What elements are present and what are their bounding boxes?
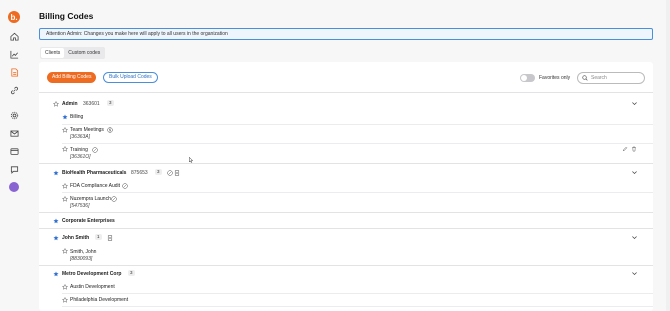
row-divider xyxy=(62,143,653,144)
project-code: [36363A] xyxy=(70,134,91,140)
main-content: Billing Codes Attention Admin: Changes y… xyxy=(30,0,664,311)
star-outline-icon[interactable] xyxy=(62,196,68,202)
project-count-badge: 1 xyxy=(95,234,102,240)
project-name[interactable]: Billing xyxy=(70,114,83,120)
wallet-icon[interactable] xyxy=(8,145,20,157)
project-count-badge: 3 xyxy=(155,169,162,175)
mail-icon[interactable] xyxy=(8,127,20,139)
project-name[interactable]: Smith, John xyxy=(70,249,96,255)
row-divider xyxy=(62,192,653,193)
toolbar-divider xyxy=(39,92,653,93)
star-filled-icon[interactable] xyxy=(53,271,59,277)
trash-icon[interactable] xyxy=(631,146,637,152)
document-icon xyxy=(107,235,113,241)
client-name[interactable]: Admin xyxy=(62,101,78,107)
chart-icon[interactable] xyxy=(8,48,20,60)
project-count-badge: 3 xyxy=(128,270,135,276)
dollar-circle-icon xyxy=(111,196,117,202)
project-code: [8830093] xyxy=(70,256,93,262)
row-divider xyxy=(62,124,653,125)
project-name[interactable]: Nuzempra Launch xyxy=(70,196,111,202)
client-name[interactable]: John Smith xyxy=(62,235,89,241)
client-code: 363601 xyxy=(83,101,100,107)
chevron-down-icon[interactable] xyxy=(631,100,638,107)
dollar-circle-icon xyxy=(167,170,173,176)
star-outline-icon[interactable] xyxy=(62,183,68,189)
tab-bar: Clients Custom codes xyxy=(40,47,106,59)
dollar-circle-icon xyxy=(122,183,128,189)
dollar-circle-icon xyxy=(107,127,113,133)
favorites-filter: Favorites only xyxy=(520,74,570,82)
project-name[interactable]: Training xyxy=(70,147,88,153)
link-icon[interactable] xyxy=(8,84,20,96)
search-input[interactable] xyxy=(591,75,641,81)
star-outline-icon[interactable] xyxy=(62,146,68,152)
bulk-upload-codes-button[interactable]: Bulk Upload Codes xyxy=(103,72,158,83)
project-code: [547536] xyxy=(70,203,90,209)
app-logo[interactable]: b. xyxy=(8,11,20,23)
document-icon xyxy=(174,170,180,176)
row-divider xyxy=(62,293,653,294)
star-outline-icon[interactable] xyxy=(62,297,68,303)
chat-icon[interactable] xyxy=(8,163,20,175)
user-avatar[interactable] xyxy=(8,181,20,193)
mouse-cursor-icon xyxy=(189,157,193,163)
project-name[interactable]: Austin Development xyxy=(70,284,115,290)
page-title: Billing Codes xyxy=(39,11,94,21)
project-code: [36361O] xyxy=(70,154,91,160)
search-icon xyxy=(582,75,588,81)
star-outline-icon[interactable] xyxy=(62,248,68,254)
avatar xyxy=(9,182,19,192)
gear-icon[interactable] xyxy=(8,109,20,121)
star-filled-icon[interactable] xyxy=(53,235,59,241)
favorites-label: Favorites only xyxy=(539,75,571,81)
sidebar: b. xyxy=(0,0,28,311)
document-icon[interactable] xyxy=(8,66,20,78)
star-outline-icon[interactable] xyxy=(62,284,68,290)
tab-custom-codes[interactable]: Custom codes xyxy=(64,48,104,58)
star-filled-icon[interactable] xyxy=(53,218,59,224)
star-outline-icon[interactable] xyxy=(62,127,68,133)
client-name[interactable]: Metro Development Corp xyxy=(62,271,121,277)
project-name[interactable]: Team Meetings xyxy=(70,127,104,133)
project-name[interactable]: FDA Compliance Audit xyxy=(70,183,120,189)
pencil-icon[interactable] xyxy=(622,146,628,152)
chevron-down-icon[interactable] xyxy=(631,234,638,241)
favorites-toggle[interactable] xyxy=(520,74,535,82)
billing-codes-card: Add Billing Codes Bulk Upload Codes Favo… xyxy=(39,62,653,311)
project-count-badge: 3 xyxy=(107,100,114,106)
client-divider xyxy=(39,228,653,229)
star-filled-icon[interactable] xyxy=(53,170,59,176)
tab-clients[interactable]: Clients xyxy=(41,48,65,58)
client-name[interactable]: BioHealth Pharmaceuticals xyxy=(62,170,126,176)
star-outline-icon[interactable] xyxy=(53,101,59,107)
home-icon[interactable] xyxy=(8,30,20,42)
client-divider xyxy=(39,212,653,213)
search-box xyxy=(577,72,645,84)
client-code: 875653 xyxy=(131,170,148,176)
chevron-down-icon[interactable] xyxy=(631,270,638,277)
dollar-circle-icon xyxy=(92,147,98,153)
client-name[interactable]: Corporate Enterprises xyxy=(62,218,115,224)
chevron-down-icon[interactable] xyxy=(631,169,638,176)
star-filled-icon[interactable] xyxy=(62,114,68,120)
add-billing-codes-button[interactable]: Add Billing Codes xyxy=(47,72,97,83)
client-divider xyxy=(39,163,653,164)
page-scrollbar[interactable] xyxy=(666,0,670,311)
client-divider xyxy=(39,265,653,266)
admin-notice: Attention Admin: Changes you make here w… xyxy=(39,28,653,40)
project-name[interactable]: Philadelphia Development xyxy=(70,297,128,303)
row-divider xyxy=(62,306,653,307)
